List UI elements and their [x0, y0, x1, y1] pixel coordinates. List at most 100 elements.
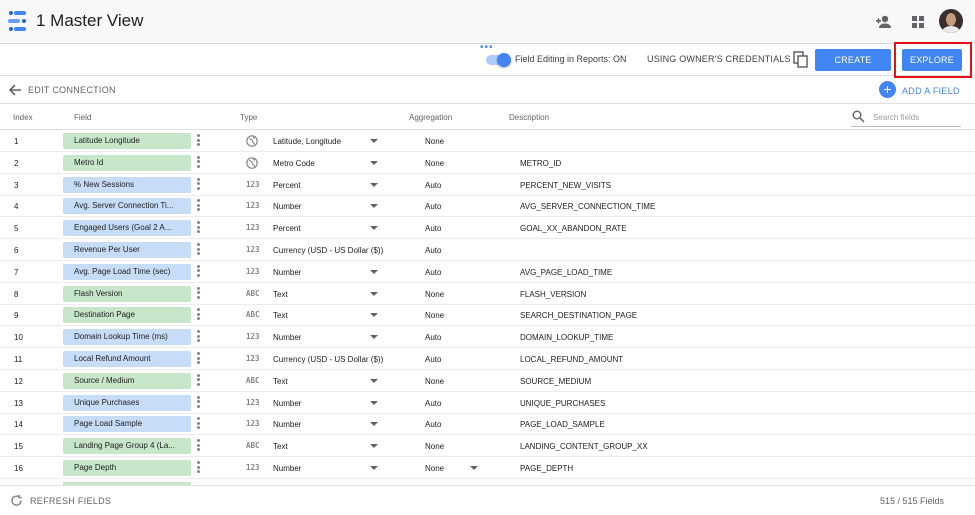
type-dropdown-caret-icon[interactable]	[370, 444, 378, 449]
aggregation-value[interactable]: Auto	[425, 202, 441, 211]
table-row[interactable]: 8 Flash Version ABC Text None FLASH_VERSION	[0, 283, 975, 305]
table-row[interactable]: 12 Source / Medium ABC Text None SOURCE_MEDIU…	[0, 370, 975, 392]
field-name-chip[interactable]: Latitude Longitude	[63, 133, 191, 149]
field-name-chip[interactable]: Avg. Page Load Time (sec)	[63, 263, 191, 280]
field-description[interactable]: PERCENT_NEW_VISITS	[520, 181, 611, 190]
edit-connection-button[interactable]: EDIT CONNECTION	[28, 85, 116, 95]
more-vert-icon[interactable]	[197, 155, 201, 170]
more-vert-icon[interactable]	[197, 461, 201, 475]
aggregation-value[interactable]: None	[425, 290, 444, 299]
field-description[interactable]: PAGE_DEPTH	[520, 464, 573, 473]
type-dropdown-caret-icon[interactable]	[370, 226, 378, 231]
field-type-select[interactable]: Text	[273, 311, 288, 320]
type-dropdown-caret-icon[interactable]	[370, 291, 378, 296]
aggregation-value[interactable]: Auto	[425, 420, 441, 429]
field-name-chip[interactable]: Flash Version	[63, 285, 191, 302]
copy-icon[interactable]	[792, 51, 810, 69]
field-name-chip[interactable]: Metro Id	[63, 154, 191, 171]
type-dropdown-caret-icon[interactable]	[370, 139, 378, 143]
column-header-field[interactable]: Field	[74, 113, 91, 122]
field-description[interactable]: AVG_PAGE_LOAD_TIME	[520, 268, 612, 277]
refresh-icon[interactable]	[10, 494, 23, 507]
field-name-chip[interactable]: Local Refund Amount	[63, 351, 191, 367]
type-dropdown-caret-icon[interactable]	[370, 269, 378, 274]
add-person-icon[interactable]	[874, 12, 894, 32]
more-vert-icon[interactable]	[197, 352, 201, 366]
refresh-fields-button[interactable]: REFRESH FIELDS	[30, 496, 111, 506]
table-row[interactable]: 14 Page Load Sample 123 Number Auto PAGE_LOAD…	[0, 413, 975, 436]
back-arrow-icon[interactable]	[8, 83, 22, 97]
more-vert-icon[interactable]	[197, 417, 201, 431]
field-description[interactable]: GOAL_XX_ABANDON_RATE	[520, 224, 627, 233]
field-type-select[interactable]: Metro Code	[273, 159, 315, 168]
type-dropdown-caret-icon[interactable]	[370, 335, 378, 340]
field-description[interactable]: SOURCE_MEDIUM	[520, 377, 591, 386]
field-type-select[interactable]: Number	[273, 202, 301, 211]
more-vert-icon[interactable]	[197, 264, 201, 279]
field-description[interactable]: METRO_ID	[520, 159, 561, 168]
type-dropdown-caret-icon[interactable]	[370, 204, 378, 209]
field-type-select[interactable]: Percent	[273, 224, 301, 233]
field-description[interactable]: LOCAL_REFUND_AMOUNT	[520, 355, 623, 364]
type-dropdown-caret-icon[interactable]	[370, 422, 378, 427]
table-row[interactable]: 15 Landing Page Group 4 (La... ABC Text None…	[0, 435, 975, 458]
column-header-aggregation[interactable]: Aggregation	[409, 113, 452, 122]
table-row[interactable]: 13 Unique Purchases 123 Number Auto UNIQUE_PU…	[0, 392, 975, 414]
table-row[interactable]: 7 Avg. Page Load Time (sec) 123 Number Auto A…	[0, 261, 975, 283]
table-row[interactable]: 5 Engaged Users (Goal 2 A... 123 Percent Aut…	[0, 217, 975, 240]
aggregation-value[interactable]: Auto	[425, 355, 441, 364]
column-header-description[interactable]: Description	[509, 113, 549, 122]
aggregation-value[interactable]: Auto	[425, 224, 441, 233]
field-type-select[interactable]: Number	[273, 464, 301, 473]
aggregation-value[interactable]: Auto	[425, 268, 441, 277]
field-description[interactable]: UNIQUE_PURCHASES	[520, 399, 605, 408]
field-description[interactable]: AVG_SERVER_CONNECTION_TIME	[520, 202, 655, 211]
type-dropdown-caret-icon[interactable]	[370, 400, 378, 405]
field-type-select[interactable]: Text	[273, 442, 288, 451]
table-row[interactable]: 10 Domain Lookup Time (ms) 123 Number Auto DO…	[0, 326, 975, 349]
table-row[interactable]: 11 Local Refund Amount 123 Currency (USD - …	[0, 348, 975, 370]
table-row[interactable]: 1 Latitude Longitude Latitude, Longitude No…	[0, 130, 975, 152]
more-vert-icon[interactable]	[197, 286, 201, 301]
type-dropdown-caret-icon[interactable]	[370, 378, 378, 383]
field-type-select[interactable]: Latitude, Longitude	[273, 137, 341, 146]
aggregation-value[interactable]: None	[425, 442, 444, 451]
aggregation-value[interactable]: Auto	[425, 399, 441, 408]
column-header-index[interactable]: Index	[13, 113, 33, 122]
more-vert-icon[interactable]	[197, 330, 201, 344]
more-vert-icon[interactable]	[197, 199, 201, 213]
search-input[interactable]: Search fields	[873, 113, 919, 122]
aggregation-value[interactable]: Auto	[425, 181, 441, 190]
aggregation-value[interactable]: None	[425, 137, 444, 146]
field-name-chip[interactable]: Source / Medium	[63, 372, 191, 389]
field-description[interactable]: SEARCH_DESTINATION_PAGE	[520, 311, 637, 320]
drag-handle-icon[interactable]: •••	[480, 43, 494, 53]
field-name-chip[interactable]: Domain Lookup Time (ms)	[63, 329, 191, 346]
search-fields[interactable]: Search fields	[851, 108, 961, 127]
field-type-select[interactable]: Currency (USD - US Dollar ($))	[273, 246, 383, 255]
field-name-chip[interactable]: Avg. Server Connection Ti...	[63, 198, 191, 215]
avatar[interactable]	[939, 9, 963, 33]
type-dropdown-caret-icon[interactable]	[370, 313, 378, 318]
field-type-select[interactable]: Number	[273, 333, 301, 342]
table-row[interactable]: 3 % New Sessions 123 Percent Auto PERCENT_NEW…	[0, 174, 975, 196]
data-studio-logo-icon[interactable]	[8, 11, 28, 33]
table-row[interactable]: 4 Avg. Server Connection Ti... 123 Number Au…	[0, 195, 975, 218]
field-description[interactable]: DOMAIN_LOOKUP_TIME	[520, 333, 613, 342]
aggregation-value[interactable]: Auto	[425, 246, 441, 255]
field-name-chip[interactable]: Page Load Sample	[63, 416, 191, 433]
aggregation-value[interactable]: Auto	[425, 333, 441, 342]
field-name-chip[interactable]: Destination Page	[63, 307, 191, 324]
field-name-chip[interactable]: Page Depth	[63, 460, 191, 476]
more-vert-icon[interactable]	[197, 134, 201, 148]
more-vert-icon[interactable]	[197, 243, 201, 257]
more-vert-icon[interactable]	[197, 395, 201, 410]
table-row[interactable]: 9 Destination Page ABC Text None SEARCH_DESTI…	[0, 304, 975, 327]
more-vert-icon[interactable]	[197, 373, 201, 388]
more-vert-icon[interactable]	[197, 221, 201, 235]
field-type-select[interactable]: Percent	[273, 181, 301, 190]
field-editing-toggle[interactable]	[486, 53, 511, 67]
field-type-select[interactable]: Number	[273, 268, 301, 277]
create-report-button[interactable]: CREATE REPORT	[815, 49, 891, 87]
aggregation-value[interactable]: None	[425, 311, 444, 320]
